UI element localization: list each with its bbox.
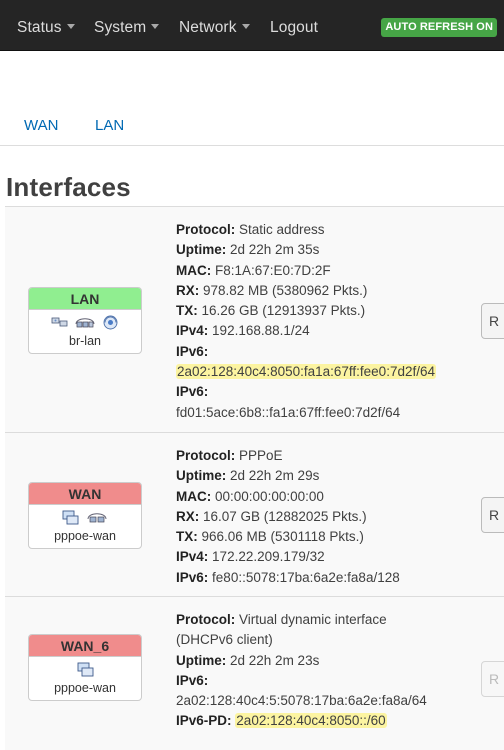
interface-details-wan: Protocol: PPPoE Uptime: 2d 22h 2m 29s MA… (176, 446, 400, 588)
interface-icons (29, 505, 141, 529)
nav-status-menu[interactable]: Status (17, 0, 75, 51)
interface-device: br-lan (69, 334, 101, 348)
detail-line: Protocol: PPPoE (176, 448, 283, 463)
interface-name: WAN_6 (29, 635, 141, 657)
highlighted-ipv6-pd: 2a02:128:40c4:8050::/60 (235, 713, 387, 729)
detail-line: Protocol: Virtual dynamic interface (176, 612, 387, 627)
ethernet-icon (86, 510, 108, 525)
top-navbar: Status System Network Logout AUTO REFRES… (0, 0, 504, 51)
detail-line: IPv4: 192.168.88.1/24 (176, 323, 310, 339)
detail-line: MAC: F8:1A:67:E0:7D:2F (176, 262, 331, 278)
highlighted-ipv6: 2a02:128:40c4:8050:fa1a:67ff:fee0:7d2f/6… (176, 364, 436, 380)
detail-line: IPv6: (176, 343, 209, 359)
interface-details-lan: Protocol: Static address Uptime: 2d 22h … (176, 220, 436, 423)
detail-line: Uptime: 2d 22h 2m 23s (176, 652, 320, 668)
detail-line: RX: 16.07 GB (12882025 Pkts.) (176, 508, 367, 524)
interface-badge-wan: WAN pppoe-wan (28, 482, 142, 549)
interface-badge-wan6: WAN_6 pppoe-wan (28, 634, 142, 701)
nav-system-menu[interactable]: System (94, 0, 160, 51)
page-title: Interfaces (6, 172, 131, 202)
nav-logout-label: Logout (270, 19, 319, 36)
detail-line: 2a02:128:40c4:5:5078:17ba:6a2e:fa8a/64 (176, 693, 427, 709)
nav-network-label: Network (179, 19, 237, 36)
ethernet-bridge-icon (74, 315, 96, 330)
caret-down-icon (66, 24, 75, 30)
detail-line: IPv6-PD: 2a02:128:40c4:8050::/60 (176, 713, 387, 729)
nav-network-menu[interactable]: Network (179, 0, 250, 51)
detail-line: (DHCPv6 client) (176, 632, 273, 648)
interface-icons (29, 657, 141, 681)
interface-row-wan: WAN pppoe-wan Protocol: PPPoE Uptime: 2d… (5, 432, 504, 596)
switch-icon (51, 315, 68, 330)
restart-button-wan[interactable]: R (481, 497, 504, 533)
caret-down-icon (241, 24, 250, 30)
network-computer-icon (77, 662, 94, 677)
detail-line: Uptime: 2d 22h 2m 35s (176, 242, 320, 258)
interface-details-wan6: Protocol: Virtual dynamic interface (DHC… (176, 610, 427, 732)
detail-line: RX: 978.82 MB (5380962 Pkts.) (176, 282, 368, 298)
interface-name: LAN (29, 288, 141, 310)
detail-line: TX: 966.06 MB (5301118 Pkts.) (176, 529, 364, 545)
interface-badge-lan: LAN br-lan (28, 287, 142, 354)
interface-row-wan6: WAN_6 pppoe-wan Protocol: Virtual dynami… (5, 596, 504, 750)
nav-logout-link[interactable]: Logout (270, 0, 318, 51)
network-computer-icon (62, 510, 79, 525)
detail-line: TX: 16.26 GB (12913937 Pkts.) (176, 303, 366, 319)
detail-line: IPv4: 172.22.209.179/32 (176, 549, 325, 565)
interface-device: pppoe-wan (54, 529, 116, 543)
detail-line: Uptime: 2d 22h 2m 29s (176, 468, 320, 484)
tab-wan[interactable]: WAN (24, 117, 58, 134)
detail-line: 2a02:128:40c4:8050:fa1a:67ff:fee0:7d2f/6… (176, 362, 436, 382)
auto-refresh-toggle[interactable]: AUTO REFRESH ON (381, 18, 497, 37)
restart-button-wan6[interactable]: R (481, 661, 504, 697)
interface-icons (29, 310, 141, 334)
wifi-icon (102, 315, 119, 330)
detail-line: IPv6: fe80::5078:17ba:6a2e:fa8a/128 (176, 569, 400, 585)
tab-lan[interactable]: LAN (95, 117, 124, 134)
caret-down-icon (151, 24, 160, 30)
detail-line: MAC: 00:00:00:00:00:00 (176, 488, 324, 504)
detail-line: fd01:5ace:6b8::fa1a:67ff:fee0:7d2f/64 (176, 404, 401, 420)
interface-tabs: WAN LAN (0, 112, 504, 146)
nav-status-label: Status (17, 19, 62, 36)
nav-system-label: System (94, 19, 147, 36)
interface-name: WAN (29, 483, 141, 505)
detail-line: IPv6: (176, 672, 209, 688)
interface-row-lan: LAN br-lan Protocol: Static address Upti… (5, 206, 504, 432)
interface-device: pppoe-wan (54, 681, 116, 695)
detail-line: IPv6: (176, 384, 209, 400)
restart-button-lan[interactable]: R (481, 303, 504, 339)
detail-line: Protocol: Static address (176, 222, 325, 237)
